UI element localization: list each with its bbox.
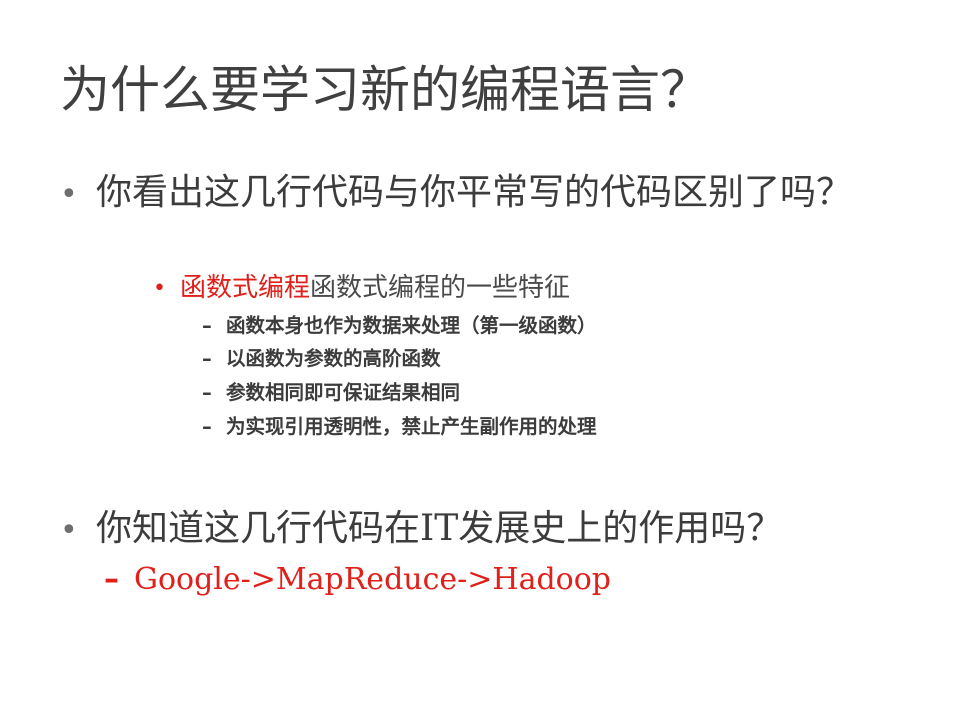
dash-icon: – xyxy=(202,314,212,337)
functional-programming-rest: 函数式编程的一些特征 xyxy=(310,273,571,303)
dash-icon: – xyxy=(104,562,119,597)
slide-title: 为什么要学习新的编程语言？ xyxy=(60,61,710,119)
bullet-2-text: 你知道这几行代码在IT发展史上的作用吗？ xyxy=(96,508,783,549)
bullet-dot-icon: • xyxy=(60,177,78,212)
feature-item: – 以函数为参数的高阶函数 xyxy=(202,346,441,372)
dash-icon: – xyxy=(202,347,212,370)
feature-item-text: 为实现引用透明性，禁止产生副作用的处理 xyxy=(226,415,597,438)
feature-item-text: 函数本身也作为数据来处理（第一级函数） xyxy=(226,314,597,337)
feature-item-text: 以函数为参数的高阶函数 xyxy=(226,347,441,370)
dash-icon: – xyxy=(202,381,212,404)
sub-bullet-functional: 函数式编程函数式编程的一些特征 xyxy=(180,271,570,305)
feature-item: – 函数本身也作为数据来处理（第一级函数） xyxy=(202,313,597,339)
feature-item-text: 参数相同即可保证结果相同 xyxy=(226,381,461,404)
bullet-1-text: 你看出这几行代码与你平常写的代码区别了吗？ xyxy=(96,172,853,213)
dash-icon: – xyxy=(202,415,212,438)
feature-item: – 参数相同即可保证结果相同 xyxy=(202,380,460,406)
slide: 为什么要学习新的编程语言？ • 你看出这几行代码与你平常写的代码区别了吗？ • … xyxy=(0,0,960,720)
history-sub-item-text: Google->MapReduce->Hadoop xyxy=(134,562,611,597)
functional-programming-highlight: 函数式编程 xyxy=(180,273,311,303)
feature-item: – 为实现引用透明性，禁止产生副作用的处理 xyxy=(202,414,597,440)
history-sub-item: – Google->MapReduce->Hadoop xyxy=(104,560,611,600)
sub-bullet-dot-icon: • xyxy=(153,276,166,301)
bullet-dot-icon: • xyxy=(60,513,78,548)
